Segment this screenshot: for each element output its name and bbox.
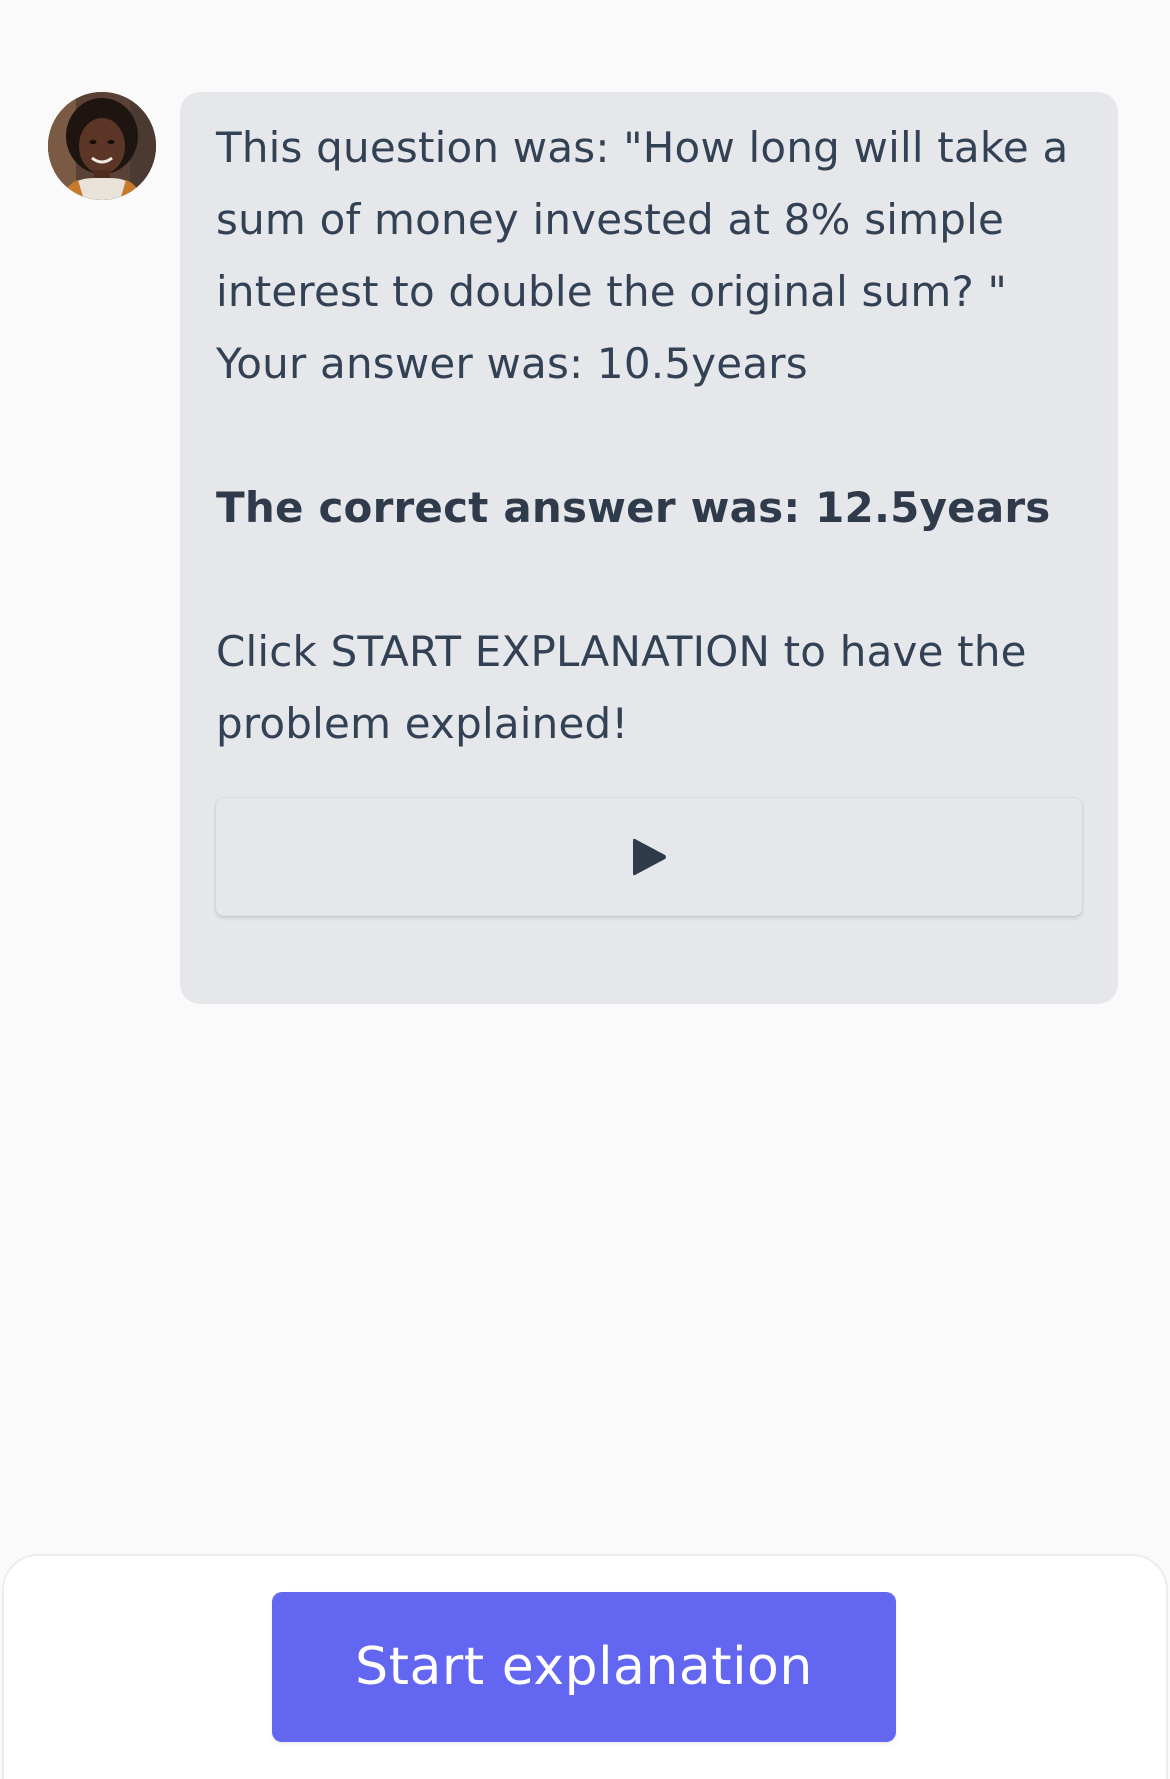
- start-explanation-button[interactable]: Start explanation: [272, 1592, 896, 1742]
- tutor-avatar: [48, 92, 156, 200]
- play-icon: [633, 838, 666, 876]
- play-audio-button[interactable]: [216, 798, 1082, 916]
- message-text: This question was: "How long will take a…: [216, 112, 1082, 760]
- question-text: This question was: "How long will take a…: [216, 123, 1069, 316]
- avatar-image: [48, 92, 156, 200]
- message-bubble: This question was: "How long will take a…: [180, 92, 1118, 1004]
- correct-answer-text: The correct answer was: 12.5years: [216, 483, 1051, 532]
- your-answer-text: Your answer was: 10.5years: [216, 339, 808, 388]
- instruction-text: Click START EXPLANATION to have the prob…: [216, 627, 1027, 748]
- chat-screen: This question was: "How long will take a…: [0, 0, 1170, 1779]
